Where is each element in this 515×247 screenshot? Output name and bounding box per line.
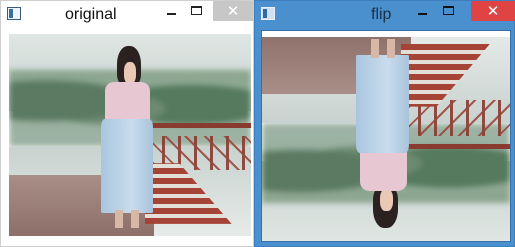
photo-face <box>379 188 393 212</box>
photo-flipped <box>262 31 510 241</box>
window-icon <box>261 7 275 20</box>
photo-person <box>351 39 415 229</box>
image-viewport <box>261 30 511 242</box>
titlebar[interactable]: flip ✕ <box>255 1 515 29</box>
minimize-button[interactable] <box>409 1 437 21</box>
close-button[interactable]: ✕ <box>471 1 515 21</box>
close-icon: ✕ <box>226 2 240 20</box>
minimize-button[interactable] <box>158 1 186 21</box>
maximize-icon <box>191 6 202 15</box>
window-title: original <box>65 6 117 23</box>
photo-skirt <box>356 54 410 153</box>
maximize-icon <box>443 6 454 15</box>
photo-legs <box>370 39 397 59</box>
photo-legs <box>114 209 141 228</box>
close-icon: ✕ <box>486 2 500 20</box>
close-button[interactable]: ✕ <box>213 1 253 21</box>
photo-face <box>123 62 137 85</box>
window-icon <box>7 7 21 20</box>
titlebar[interactable]: original ✕ <box>1 1 253 29</box>
photo-skirt <box>101 118 153 214</box>
window-original[interactable]: original ✕ <box>0 0 254 247</box>
minimize-icon <box>167 13 176 15</box>
image-top-strip <box>262 31 510 37</box>
minimize-icon <box>418 13 427 15</box>
image-viewport <box>9 34 251 236</box>
maximize-button[interactable] <box>435 1 463 21</box>
window-title: flip <box>371 6 392 23</box>
maximize-button[interactable] <box>183 1 211 21</box>
photo <box>9 34 251 236</box>
window-flip[interactable]: flip ✕ <box>254 0 515 247</box>
photo-person <box>96 46 159 228</box>
